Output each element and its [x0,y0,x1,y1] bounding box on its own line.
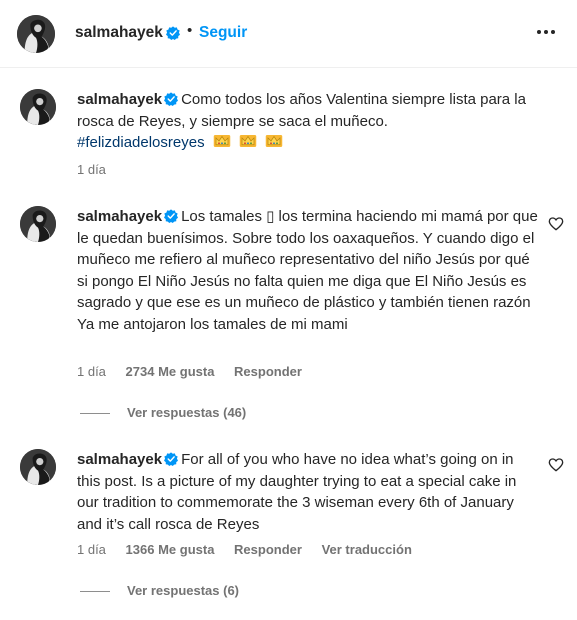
like-heart-icon[interactable] [548,216,564,232]
avatar-image [20,449,56,485]
comment-time[interactable]: 1 día [77,364,106,379]
post-header: salmahayek • Seguir [0,0,577,68]
caption-meta: 1 día [77,162,122,177]
more-options-icon[interactable] [534,20,558,44]
view-replies-label: Ver respuestas (6) [127,583,240,598]
header-username[interactable]: salmahayek [75,24,163,42]
hashtag-link[interactable]: #felizdiadelosreyes [77,134,205,151]
comment-text: salmahayek Los tamales ▯ los termina haci… [77,206,539,335]
verified-badge-icon [164,209,178,223]
verified-badge-icon [164,92,178,106]
avatar-image [20,89,56,125]
verified-badge-icon [164,452,178,466]
avatar-image [17,15,55,53]
crown-emoji-icon [239,134,257,148]
comment-avatar[interactable] [20,449,56,485]
comment-body: Los tamales ▯ los termina haciendo mi ma… [77,208,538,333]
avatar-image [20,206,56,242]
comment-avatar[interactable] [20,206,56,242]
verified-badge-icon [166,26,180,40]
profile-avatar[interactable] [17,15,55,53]
crown-emoji-icon [265,134,283,148]
translate-button[interactable]: Ver traducción [322,542,412,557]
like-count[interactable]: 1366 Me gusta [126,542,215,557]
reply-button[interactable]: Responder [234,542,302,557]
caption-avatar[interactable] [20,89,56,125]
reply-button[interactable]: Responder [234,364,302,379]
crown-emoji-icon [213,134,231,148]
comment-time[interactable]: 1 día [77,542,106,557]
comment-meta: 1 día 2734 Me gusta Responder [77,364,318,379]
comment-username[interactable]: salmahayek [77,451,162,468]
view-replies-label: Ver respuestas (46) [127,405,247,420]
like-count[interactable]: 2734 Me gusta [126,364,215,379]
like-heart-icon[interactable] [548,457,564,473]
separator-dot: • [187,22,193,39]
comment-username[interactable]: salmahayek [77,208,162,225]
replies-divider-line [80,591,110,593]
caption-text: salmahayek Como todos los años Valentina … [77,89,539,154]
view-replies-button[interactable]: Ver respuestas (46) [80,405,246,420]
caption-time[interactable]: 1 día [77,162,106,177]
comment-meta: 1 día 1366 Me gusta Responder Ver traduc… [77,542,428,557]
comment-text: salmahayek For all of you who have no ide… [77,449,539,535]
view-replies-button[interactable]: Ver respuestas (6) [80,583,239,598]
caption-username[interactable]: salmahayek [77,91,162,108]
follow-button[interactable]: Seguir [199,24,247,42]
replies-divider-line [80,413,110,415]
